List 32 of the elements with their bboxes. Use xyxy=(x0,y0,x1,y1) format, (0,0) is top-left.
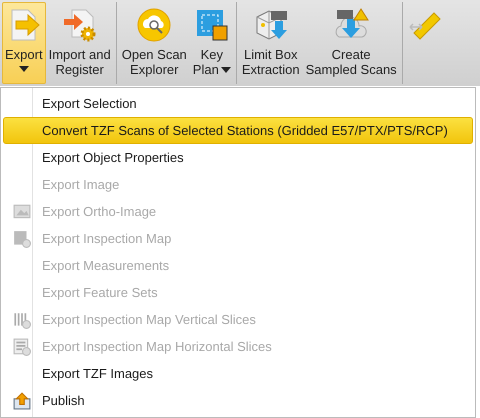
ribbon-button[interactable]: Export xyxy=(2,2,46,84)
menu-item[interactable]: Publish xyxy=(3,387,473,414)
horizontal-lines-icon xyxy=(13,338,31,356)
caret-icon xyxy=(220,66,231,72)
ribbon-button[interactable]: Import and Register xyxy=(46,2,114,84)
menu-item[interactable]: Export Object Properties xyxy=(3,144,473,171)
ribbon-button[interactable]: Create Sampled Scans xyxy=(302,2,400,84)
menu-item[interactable]: Convert TZF Scans of Selected Stations (Gridded E57/PTX/PTS/RCP) xyxy=(3,117,473,144)
ribbon-button[interactable]: Key Plan xyxy=(190,2,234,84)
menu-item-label: Export Inspection Map Horizontal Slices xyxy=(42,339,272,354)
menu-item-label: Export Object Properties xyxy=(42,150,184,165)
menu-item-label: Publish xyxy=(42,393,85,408)
menu-item-label: Export TZF Images xyxy=(42,366,154,381)
menu-item[interactable]: Export TZF Images xyxy=(3,360,473,387)
document-gear-icon xyxy=(62,7,98,43)
ribbon-button[interactable]: Open Scan Explorer xyxy=(118,2,190,84)
menu-item-label: Export Image xyxy=(42,177,120,192)
menu-item-label: Export Ortho-Image xyxy=(42,204,156,219)
menu-item-label: Export Measurements xyxy=(42,258,170,273)
menu-item-label: Export Selection xyxy=(42,96,137,111)
menu-item-label: Export Inspection Map xyxy=(42,231,172,246)
caret-icon xyxy=(18,66,29,72)
map-icon xyxy=(13,230,31,248)
cloud-search-icon xyxy=(136,7,172,43)
vertical-lines-icon xyxy=(13,310,31,328)
menu-item[interactable]: Export Selection xyxy=(3,90,473,117)
menu-item-label: Export Inspection Map Vertical Slices xyxy=(42,312,256,327)
image-icon xyxy=(13,202,31,220)
menu-item-label: Export Feature Sets xyxy=(42,285,158,300)
upload-box-icon xyxy=(13,392,31,410)
ribbon-button[interactable]: Limit Box Extraction xyxy=(238,2,303,84)
menu-item-label: Convert TZF Scans of Selected Stations (Gridded E57/PTX/PTS/RCP) xyxy=(42,123,448,138)
